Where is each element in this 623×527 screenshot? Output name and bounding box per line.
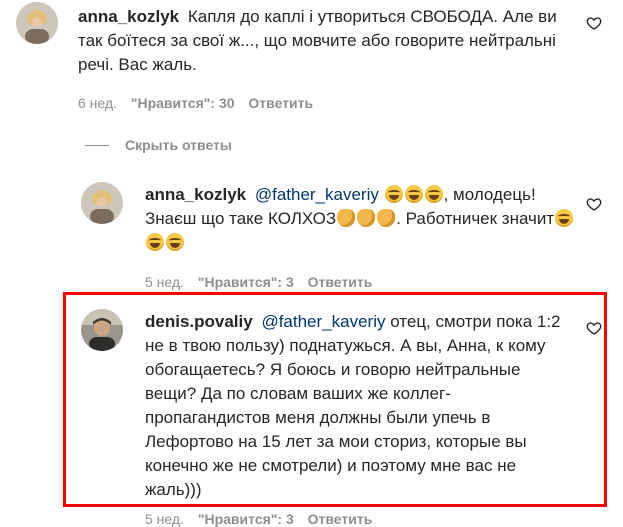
comment-body: denis.povaliy @father_kaveriy отец, смот… bbox=[145, 310, 575, 502]
laughing-emoji-icon bbox=[555, 209, 574, 227]
avatar[interactable] bbox=[16, 2, 58, 44]
laughing-emoji-icon bbox=[404, 185, 423, 203]
comment-username[interactable]: denis.povaliy bbox=[145, 312, 253, 331]
heart-icon[interactable] bbox=[586, 196, 602, 212]
comment-body: anna_kozlyk @father_kaveriy , молодець! … bbox=[145, 183, 575, 255]
reply-button[interactable]: Ответить bbox=[248, 95, 313, 111]
comment-username[interactable]: anna_kozlyk bbox=[78, 7, 179, 26]
reply-button[interactable]: Ответить bbox=[308, 511, 373, 527]
laughing-emoji-icon bbox=[384, 185, 403, 203]
clapping-hands-emoji-icon bbox=[357, 209, 376, 227]
laughing-emoji-icon bbox=[166, 233, 184, 251]
avatar-photo-icon bbox=[81, 182, 123, 224]
clapping-hands-emoji-icon bbox=[337, 209, 356, 227]
comment-time[interactable]: 6 нед. bbox=[78, 95, 117, 111]
avatar-photo-icon bbox=[16, 2, 58, 44]
comment-time[interactable]: 5 нед. bbox=[145, 511, 184, 527]
comment-likes[interactable]: "Нравится": 3 bbox=[198, 511, 294, 527]
mention-link[interactable]: @father_kaveriy bbox=[255, 185, 379, 204]
comment-likes[interactable]: "Нравится": 3 bbox=[198, 274, 294, 290]
comment-text: . Работничек значит bbox=[396, 209, 555, 228]
laughing-emoji-icon bbox=[424, 185, 443, 203]
avatar[interactable] bbox=[81, 309, 123, 351]
avatar[interactable] bbox=[81, 182, 123, 224]
comment-body: anna_kozlyk Капля до каплі і утвориться … bbox=[78, 5, 573, 77]
reply-button[interactable]: Ответить bbox=[308, 274, 373, 290]
heart-icon[interactable] bbox=[586, 15, 602, 31]
comment-time[interactable]: 5 нед. bbox=[145, 274, 184, 290]
comment-meta: 5 нед. "Нравится": 3 Ответить bbox=[145, 274, 382, 290]
avatar-photo-icon bbox=[81, 309, 123, 351]
laughing-emoji-icon bbox=[146, 233, 164, 251]
comment-text: отец, смотри пока 1:2 не в твою пользу) … bbox=[145, 312, 561, 499]
clapping-hands-emoji-icon bbox=[377, 209, 396, 227]
hide-replies-button[interactable]: Скрыть ответы bbox=[85, 137, 232, 153]
mention-link[interactable]: @father_kaveriy bbox=[261, 312, 385, 331]
heart-icon[interactable] bbox=[586, 320, 602, 336]
comment-username[interactable]: anna_kozlyk bbox=[145, 185, 246, 204]
comment-likes[interactable]: "Нравится": 30 bbox=[131, 95, 235, 111]
divider-line bbox=[85, 144, 109, 146]
hide-replies-label: Скрыть ответы bbox=[125, 137, 232, 153]
comment-meta: 6 нед. "Нравится": 30 Ответить bbox=[78, 95, 323, 111]
comment-meta: 5 нед. "Нравится": 3 Ответить bbox=[145, 511, 382, 527]
